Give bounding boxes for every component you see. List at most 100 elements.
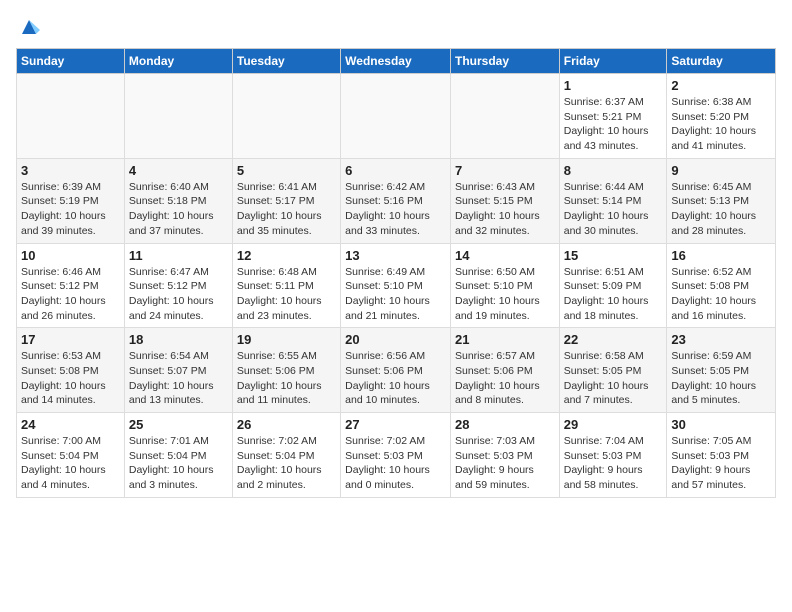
day-detail: Sunrise: 6:53 AM Sunset: 5:08 PM Dayligh… (21, 349, 120, 408)
weekday-header-wednesday: Wednesday (341, 49, 451, 74)
day-detail: Sunrise: 6:45 AM Sunset: 5:13 PM Dayligh… (671, 180, 771, 239)
day-number: 10 (21, 248, 120, 263)
day-detail: Sunrise: 6:58 AM Sunset: 5:05 PM Dayligh… (564, 349, 663, 408)
day-detail: Sunrise: 7:01 AM Sunset: 5:04 PM Dayligh… (129, 434, 228, 493)
day-number: 6 (345, 163, 446, 178)
day-number: 19 (237, 332, 336, 347)
day-number: 27 (345, 417, 446, 432)
day-detail: Sunrise: 6:44 AM Sunset: 5:14 PM Dayligh… (564, 180, 663, 239)
calendar-cell: 15Sunrise: 6:51 AM Sunset: 5:09 PM Dayli… (559, 243, 667, 328)
day-detail: Sunrise: 6:46 AM Sunset: 5:12 PM Dayligh… (21, 265, 120, 324)
day-number: 8 (564, 163, 663, 178)
day-number: 4 (129, 163, 228, 178)
day-number: 17 (21, 332, 120, 347)
calendar-cell: 27 Sunrise: 7:02 AM Sunset: 5:03 PM Dayli… (341, 413, 451, 498)
day-detail: Sunrise: 6:57 AM Sunset: 5:06 PM Dayligh… (455, 349, 555, 408)
day-detail: Sunrise: 7:00 AM Sunset: 5:04 PM Dayligh… (21, 434, 120, 493)
calendar-cell (232, 74, 340, 159)
calendar-cell: 20 Sunrise: 6:56 AM Sunset: 5:06 PM Dayli… (341, 328, 451, 413)
weekday-header-sunday: Sunday (17, 49, 125, 74)
day-detail: Sunrise: 7:02 AM Sunset: 5:04 PM Dayligh… (237, 434, 336, 493)
calendar-cell (124, 74, 232, 159)
day-number: 9 (671, 163, 771, 178)
day-number: 23 (671, 332, 771, 347)
weekday-header-tuesday: Tuesday (232, 49, 340, 74)
calendar-cell: 9 Sunrise: 6:45 AM Sunset: 5:13 PM Daylig… (667, 158, 776, 243)
calendar-cell: 29 Sunrise: 7:04 AM Sunset: 5:03 PM Dayli… (559, 413, 667, 498)
day-number: 28 (455, 417, 555, 432)
day-number: 24 (21, 417, 120, 432)
calendar-cell: 25 Sunrise: 7:01 AM Sunset: 5:04 PM Dayli… (124, 413, 232, 498)
day-detail: Sunrise: 6:43 AM Sunset: 5:15 PM Dayligh… (455, 180, 555, 239)
day-detail: Sunrise: 6:49 AM Sunset: 5:10 PM Dayligh… (345, 265, 446, 324)
day-detail: Sunrise: 6:55 AM Sunset: 5:06 PM Dayligh… (237, 349, 336, 408)
calendar-cell: 12Sunrise: 6:48 AM Sunset: 5:11 PM Dayli… (232, 243, 340, 328)
day-number: 18 (129, 332, 228, 347)
calendar-cell: 13Sunrise: 6:49 AM Sunset: 5:10 PM Dayli… (341, 243, 451, 328)
calendar-cell: 5 Sunrise: 6:41 AM Sunset: 5:17 PM Daylig… (232, 158, 340, 243)
day-detail: Sunrise: 6:56 AM Sunset: 5:06 PM Dayligh… (345, 349, 446, 408)
day-number: 16 (671, 248, 771, 263)
day-number: 21 (455, 332, 555, 347)
day-number: 11 (129, 248, 228, 263)
day-detail: Sunrise: 6:40 AM Sunset: 5:18 PM Dayligh… (129, 180, 228, 239)
logo-icon (18, 16, 40, 38)
calendar-cell: 30 Sunrise: 7:05 AM Sunset: 5:03 PM Dayli… (667, 413, 776, 498)
day-number: 1 (564, 78, 663, 93)
calendar-cell: 28 Sunrise: 7:03 AM Sunset: 5:03 PM Dayli… (450, 413, 559, 498)
day-number: 30 (671, 417, 771, 432)
day-detail: Sunrise: 6:52 AM Sunset: 5:08 PM Dayligh… (671, 265, 771, 324)
day-detail: Sunrise: 6:42 AM Sunset: 5:16 PM Dayligh… (345, 180, 446, 239)
calendar-cell: 7 Sunrise: 6:43 AM Sunset: 5:15 PM Daylig… (450, 158, 559, 243)
calendar-cell: 22 Sunrise: 6:58 AM Sunset: 5:05 PM Dayli… (559, 328, 667, 413)
day-number: 2 (671, 78, 771, 93)
day-detail: Sunrise: 6:39 AM Sunset: 5:19 PM Dayligh… (21, 180, 120, 239)
weekday-header-thursday: Thursday (450, 49, 559, 74)
day-detail: Sunrise: 6:50 AM Sunset: 5:10 PM Dayligh… (455, 265, 555, 324)
calendar-cell: 17 Sunrise: 6:53 AM Sunset: 5:08 PM Dayli… (17, 328, 125, 413)
day-number: 29 (564, 417, 663, 432)
calendar-table: SundayMondayTuesdayWednesdayThursdayFrid… (16, 48, 776, 498)
day-detail: Sunrise: 7:03 AM Sunset: 5:03 PM Dayligh… (455, 434, 555, 493)
day-number: 22 (564, 332, 663, 347)
calendar-cell: 2 Sunrise: 6:38 AM Sunset: 5:20 PM Daylig… (667, 74, 776, 159)
day-detail: Sunrise: 6:37 AM Sunset: 5:21 PM Dayligh… (564, 95, 663, 154)
calendar-cell: 10 Sunrise: 6:46 AM Sunset: 5:12 PM Dayli… (17, 243, 125, 328)
calendar-cell: 6 Sunrise: 6:42 AM Sunset: 5:16 PM Daylig… (341, 158, 451, 243)
day-detail: Sunrise: 7:02 AM Sunset: 5:03 PM Dayligh… (345, 434, 446, 493)
calendar-cell: 14 Sunrise: 6:50 AM Sunset: 5:10 PM Dayli… (450, 243, 559, 328)
day-number: 26 (237, 417, 336, 432)
day-number: 25 (129, 417, 228, 432)
day-number: 20 (345, 332, 446, 347)
day-detail: Sunrise: 7:05 AM Sunset: 5:03 PM Dayligh… (671, 434, 771, 493)
calendar-cell: 21 Sunrise: 6:57 AM Sunset: 5:06 PM Dayli… (450, 328, 559, 413)
day-detail: Sunrise: 6:51 AM Sunset: 5:09 PM Dayligh… (564, 265, 663, 324)
calendar-cell: 1 Sunrise: 6:37 AM Sunset: 5:21 PM Daylig… (559, 74, 667, 159)
header (16, 16, 776, 38)
day-detail: Sunrise: 6:54 AM Sunset: 5:07 PM Dayligh… (129, 349, 228, 408)
day-detail: Sunrise: 6:41 AM Sunset: 5:17 PM Dayligh… (237, 180, 336, 239)
day-number: 14 (455, 248, 555, 263)
calendar-cell: 18 Sunrise: 6:54 AM Sunset: 5:07 PM Dayli… (124, 328, 232, 413)
day-number: 3 (21, 163, 120, 178)
weekday-header-monday: Monday (124, 49, 232, 74)
day-detail: Sunrise: 6:47 AM Sunset: 5:12 PM Dayligh… (129, 265, 228, 324)
calendar-cell: 3 Sunrise: 6:39 AM Sunset: 5:19 PM Daylig… (17, 158, 125, 243)
weekday-header-saturday: Saturday (667, 49, 776, 74)
calendar-cell: 19 Sunrise: 6:55 AM Sunset: 5:06 PM Dayli… (232, 328, 340, 413)
day-detail: Sunrise: 6:59 AM Sunset: 5:05 PM Dayligh… (671, 349, 771, 408)
day-number: 5 (237, 163, 336, 178)
calendar-cell: 8 Sunrise: 6:44 AM Sunset: 5:14 PM Daylig… (559, 158, 667, 243)
calendar-cell (341, 74, 451, 159)
day-number: 7 (455, 163, 555, 178)
calendar-cell: 11 Sunrise: 6:47 AM Sunset: 5:12 PM Dayli… (124, 243, 232, 328)
day-detail: Sunrise: 7:04 AM Sunset: 5:03 PM Dayligh… (564, 434, 663, 493)
day-detail: Sunrise: 6:48 AM Sunset: 5:11 PM Dayligh… (237, 265, 336, 324)
day-detail: Sunrise: 6:38 AM Sunset: 5:20 PM Dayligh… (671, 95, 771, 154)
logo (16, 16, 40, 38)
calendar-cell: 4 Sunrise: 6:40 AM Sunset: 5:18 PM Daylig… (124, 158, 232, 243)
calendar-cell: 23 Sunrise: 6:59 AM Sunset: 5:05 PM Dayli… (667, 328, 776, 413)
calendar-cell: 24 Sunrise: 7:00 AM Sunset: 5:04 PM Dayli… (17, 413, 125, 498)
weekday-header-friday: Friday (559, 49, 667, 74)
calendar-cell (17, 74, 125, 159)
